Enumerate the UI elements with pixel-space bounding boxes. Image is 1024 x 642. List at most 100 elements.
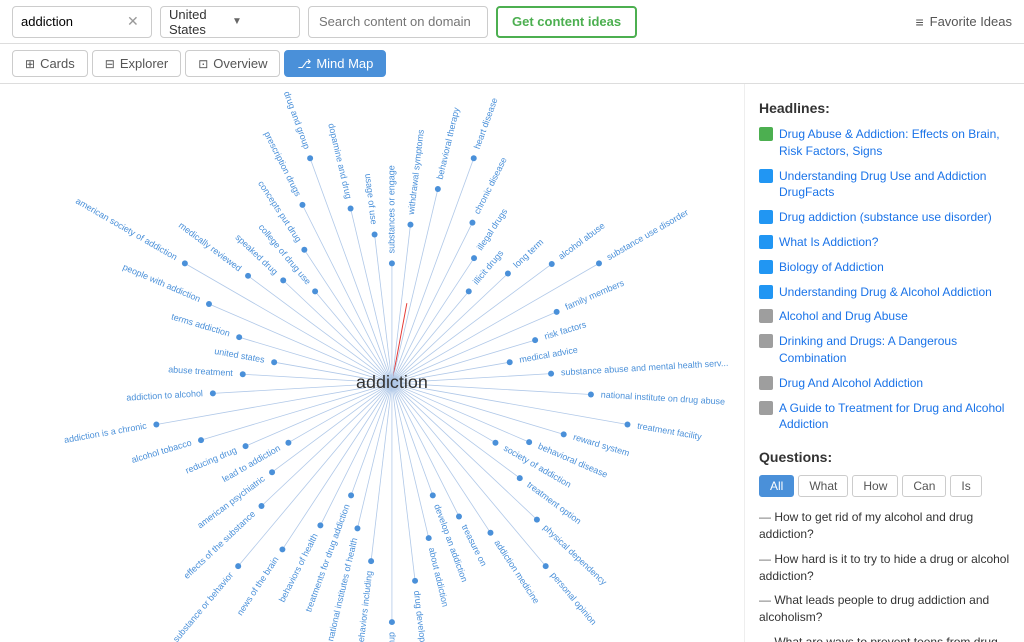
get-ideas-button[interactable]: Get content ideas (496, 6, 637, 38)
headline-icon (759, 376, 773, 390)
favorite-ideas-button[interactable]: ≡ Favorite Ideas (915, 14, 1012, 30)
tab-overview[interactable]: ⊡ Overview (185, 50, 280, 77)
filter-btn-is[interactable]: Is (950, 475, 981, 497)
svg-text:behaviors including: behaviors including (355, 570, 374, 642)
svg-text:addiction medicine: addiction medicine (492, 538, 541, 605)
svg-text:dopamine and drug: dopamine and drug (326, 122, 353, 199)
headline-item: A Guide to Treatment for Drug and Alcoho… (759, 400, 1010, 434)
filter-btn-can[interactable]: Can (902, 475, 946, 497)
explorer-icon: ⊟ (105, 57, 115, 71)
clear-keyword-icon[interactable]: ✕ (127, 13, 139, 30)
svg-text:drug addiction: drug addiction (388, 632, 398, 642)
question-filters: AllWhatHowCanIs (759, 475, 1010, 497)
filter-btn-what[interactable]: What (798, 475, 848, 497)
menu-icon: ≡ (915, 14, 923, 30)
headline-item: Biology of Addiction (759, 259, 1010, 276)
domain-search-input[interactable] (308, 6, 488, 38)
headline-icon (759, 235, 773, 249)
mindmap-area[interactable]: addiction substances or engage withdrawal… (0, 84, 744, 642)
question-item: How to get rid of my alcohol and drug ad… (759, 509, 1010, 543)
svg-text:addiction is a chronic: addiction is a chronic (63, 421, 148, 445)
svg-text:terms addiction: terms addiction (170, 311, 231, 338)
headline-link[interactable]: Understanding Drug & Alcohol Addiction (779, 284, 992, 301)
svg-text:substance use disorder: substance use disorder (605, 207, 690, 262)
headline-link[interactable]: Understanding Drug Use and Addiction Dru… (779, 168, 1010, 202)
svg-text:national institute on drug abu: national institute on drug abuse (601, 389, 726, 406)
country-label: United States (169, 7, 228, 37)
headline-icon (759, 169, 773, 183)
tab-cards-label: Cards (40, 56, 75, 71)
tab-explorer-label: Explorer (120, 56, 168, 71)
svg-text:american psychiatric: american psychiatric (195, 473, 267, 530)
headline-icon (759, 127, 773, 141)
svg-text:family members: family members (564, 278, 626, 312)
headline-link[interactable]: Alcohol and Drug Abuse (779, 308, 908, 325)
question-item: How hard is it to try to hide a drug or … (759, 551, 1010, 585)
mindmap-center: addiction (356, 372, 428, 392)
tab-cards[interactable]: ⊞ Cards (12, 50, 88, 77)
svg-text:substances or engage: substances or engage (386, 165, 396, 253)
svg-text:abuse treatment: abuse treatment (168, 364, 234, 378)
svg-text:effects of the substance: effects of the substance (182, 509, 258, 581)
headline-icon (759, 285, 773, 299)
svg-text:people with addiction: people with addiction (121, 262, 202, 304)
headline-link[interactable]: Drug addiction (substance use disorder) (779, 209, 992, 226)
svg-text:treatment facility: treatment facility (636, 421, 702, 442)
svg-text:addiction to alcohol: addiction to alcohol (126, 388, 203, 402)
svg-text:substance abuse and mental hea: substance abuse and mental health serv..… (561, 358, 729, 378)
svg-text:long term: long term (511, 237, 545, 270)
headline-item: Alcohol and Drug Abuse (759, 308, 1010, 325)
overview-icon: ⊡ (198, 57, 208, 71)
headline-icon (759, 401, 773, 415)
headline-link[interactable]: A Guide to Treatment for Drug and Alcoho… (779, 400, 1010, 434)
headline-item: Drug Abuse & Addiction: Effects on Brain… (759, 126, 1010, 160)
headline-item: Understanding Drug Use and Addiction Dru… (759, 168, 1010, 202)
headline-link[interactable]: What Is Addiction? (779, 234, 878, 251)
svg-text:personal opinion: personal opinion (549, 570, 599, 627)
chevron-down-icon: ▼ (232, 16, 291, 27)
svg-text:treatment option: treatment option (525, 480, 583, 527)
headlines-list: Drug Abuse & Addiction: Effects on Brain… (759, 126, 1010, 433)
svg-text:drug developing: drug developing (412, 590, 429, 642)
svg-text:substance or behavior: substance or behavior (171, 570, 235, 642)
svg-text:united states: united states (214, 346, 266, 365)
filter-btn-all[interactable]: All (759, 475, 794, 497)
svg-text:medical advice: medical advice (518, 345, 578, 365)
right-panel: Headlines: Drug Abuse & Addiction: Effec… (744, 84, 1024, 642)
headline-item: What Is Addiction? (759, 234, 1010, 251)
headline-link[interactable]: Drug Abuse & Addiction: Effects on Brain… (779, 126, 1010, 160)
tabs-bar: ⊞ Cards ⊟ Explorer ⊡ Overview ⎇ Mind Map (0, 44, 1024, 84)
headline-item: Understanding Drug & Alcohol Addiction (759, 284, 1010, 301)
tab-explorer[interactable]: ⊟ Explorer (92, 50, 181, 77)
headline-icon (759, 334, 773, 348)
headline-icon (759, 309, 773, 323)
svg-text:american society of addiction: american society of addiction (74, 196, 179, 262)
tab-mindmap-label: Mind Map (316, 56, 373, 71)
filter-btn-how[interactable]: How (852, 475, 898, 497)
headline-link[interactable]: Drinking and Drugs: A Dangerous Combinat… (779, 333, 1010, 367)
svg-text:alcohol tobacco: alcohol tobacco (130, 438, 192, 465)
headline-item: Drug addiction (substance use disorder) (759, 209, 1010, 226)
questions-title: Questions: (759, 449, 1010, 465)
question-item: What are ways to prevent teens from drug… (759, 634, 1010, 642)
svg-text:treasure on: treasure on (460, 523, 489, 568)
country-selector[interactable]: United States ▼ (160, 6, 300, 38)
svg-text:withdrawal symptoms: withdrawal symptoms (406, 128, 426, 216)
tab-mindmap[interactable]: ⎇ Mind Map (284, 50, 386, 77)
svg-text:risk factors: risk factors (543, 319, 588, 341)
headline-item: Drug And Alcohol Addiction (759, 375, 1010, 392)
questions-section: Questions: AllWhatHowCanIs How to get ri… (759, 449, 1010, 642)
header: ✕ United States ▼ Get content ideas ≡ Fa… (0, 0, 1024, 44)
svg-text:behavioral therapy: behavioral therapy (435, 106, 462, 180)
headline-link[interactable]: Biology of Addiction (779, 259, 884, 276)
favorite-label: Favorite Ideas (930, 14, 1012, 29)
headlines-title: Headlines: (759, 100, 1010, 116)
keyword-search-box[interactable]: ✕ (12, 6, 152, 38)
main-content: addiction substances or engage withdrawal… (0, 84, 1024, 642)
headline-link[interactable]: Drug And Alcohol Addiction (779, 375, 923, 392)
cards-icon: ⊞ (25, 57, 35, 71)
keyword-input[interactable] (21, 14, 121, 29)
svg-text:usage of use: usage of use (363, 173, 379, 225)
headline-item: Drinking and Drugs: A Dangerous Combinat… (759, 333, 1010, 367)
mindmap-svg: addiction substances or engage withdrawal… (0, 84, 744, 642)
